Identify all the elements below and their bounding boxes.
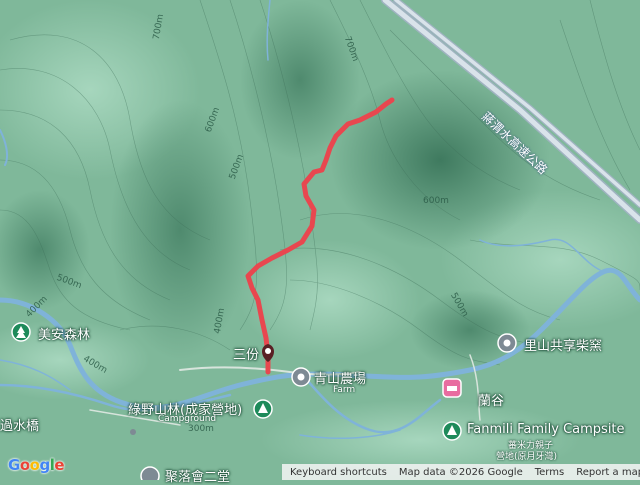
place-sub-fanmili-2: 營地(原月牙灣) [496, 452, 558, 462]
google-logo[interactable]: Google [8, 456, 65, 474]
report-error-link[interactable]: Report a map error [576, 467, 640, 478]
place-label-lishan-kiln[interactable]: 里山共享柴窯 [524, 335, 602, 354]
place-label-sanfen[interactable]: 三份 [233, 344, 259, 363]
place-label-langu[interactable]: 蘭谷 [478, 390, 504, 409]
place-label-fanmili[interactable]: Fanmili Family Campsite [467, 422, 625, 437]
contour-label: 300m [188, 424, 214, 434]
terms-link[interactable]: Terms [535, 467, 564, 478]
place-label-bottom[interactable]: 聚落會二堂 [165, 466, 230, 485]
place-label-meian-forest[interactable]: 美安森林 [38, 324, 90, 343]
place-label-bridge[interactable]: 過水橋 [0, 415, 39, 434]
place-sub-qingshan-farm: Farm [333, 385, 356, 395]
keyboard-shortcuts-link[interactable]: Keyboard shortcuts [290, 467, 387, 478]
poi-fanmili-icon[interactable] [442, 421, 462, 441]
poi-meian-forest-icon[interactable] [11, 322, 31, 342]
poi-lvye-forest-icon[interactable] [253, 399, 273, 419]
terrain-ridge [110, 100, 250, 360]
map-canvas[interactable] [0, 0, 640, 480]
poi-hotel-icon[interactable] [442, 378, 462, 398]
place-sub-lvye-forest: Campground [158, 414, 217, 424]
contour-label: 600m [423, 196, 449, 206]
terrain-ridge [410, 290, 530, 370]
map-data-text: Map data ©2026 Google [398, 466, 523, 478]
poi-bottom-icon[interactable] [140, 466, 160, 480]
poi-qingshan-farm-icon[interactable] [291, 367, 311, 387]
poi-small-marker [130, 429, 136, 435]
poi-lishan-kiln-icon[interactable] [497, 333, 517, 353]
attribution-bar: Keyboard shortcuts Map data ©2026 Google… [282, 464, 640, 480]
